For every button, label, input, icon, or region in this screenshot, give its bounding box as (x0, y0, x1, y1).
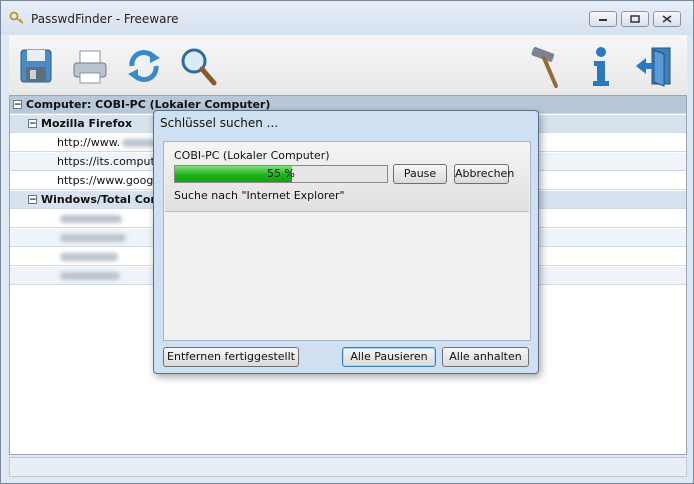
minimize-icon (599, 19, 607, 21)
refresh-button[interactable] (121, 41, 167, 91)
pause-button[interactable]: Pause (393, 164, 447, 184)
stop-all-button[interactable]: Alle anhalten (442, 347, 529, 367)
print-button[interactable] (67, 41, 113, 91)
exit-icon (636, 47, 671, 87)
maximize-icon (630, 15, 640, 23)
tree-item-label: https://its.computer (57, 155, 167, 168)
title-bar[interactable]: PasswdFinder - Freeware (1, 1, 693, 35)
close-button[interactable] (653, 11, 681, 27)
search-keys-dialog: Schlüssel suchen ... COBI-PC (Lokaler Co… (153, 110, 539, 374)
cancel-button[interactable]: Abbrechen (454, 164, 514, 184)
blurred-text (60, 233, 126, 242)
search-progress-bar: 55 % (174, 165, 388, 183)
minimize-button[interactable] (589, 11, 617, 27)
save-icon (20, 49, 52, 83)
window-title: PasswdFinder - Freeware (31, 12, 179, 26)
blurred-text (60, 271, 120, 280)
info-icon (593, 47, 609, 86)
tree-item-label: https://www.google (57, 174, 164, 187)
tree-group-label: Mozilla Firefox (41, 117, 133, 130)
collapse-icon[interactable]: − (28, 119, 37, 129)
computer-label: COBI-PC (Lokaler Computer) (174, 149, 330, 162)
tree-group-label: Windows/Total Com (41, 193, 162, 206)
search-button[interactable] (175, 41, 221, 91)
dialog-title: Schlüssel suchen ... (160, 116, 279, 130)
progress-text: 55 % (267, 167, 295, 180)
remove-finished-button[interactable]: Entfernen fertiggestellt (163, 347, 299, 367)
blurred-text (60, 252, 118, 261)
pause-all-button[interactable]: Alle Pausieren (342, 347, 436, 367)
blurred-text (60, 214, 122, 223)
maximize-button[interactable] (621, 11, 649, 27)
close-icon (662, 15, 672, 23)
status-bar (9, 457, 687, 477)
exit-button[interactable] (631, 41, 677, 91)
tree-item-label: http://www. (57, 136, 121, 149)
toolbar (9, 35, 687, 96)
blurred-text (122, 138, 157, 147)
search-task-panel: COBI-PC (Lokaler Computer) 55 % Pause Ab… (165, 143, 529, 212)
info-button[interactable] (577, 41, 623, 91)
save-button[interactable] (13, 41, 59, 91)
print-icon (73, 50, 107, 84)
collapse-icon[interactable]: − (28, 195, 37, 205)
refresh-icon (128, 50, 160, 82)
dialog-content: COBI-PC (Lokaler Computer) 55 % Pause Ab… (163, 141, 531, 341)
search-status-text: Suche nach "Internet Explorer" (174, 189, 345, 202)
collapse-icon[interactable]: − (13, 100, 22, 110)
search-icon (181, 48, 217, 86)
keys-icon (9, 11, 24, 24)
tools-icon (531, 47, 558, 88)
tools-button[interactable] (523, 41, 569, 91)
